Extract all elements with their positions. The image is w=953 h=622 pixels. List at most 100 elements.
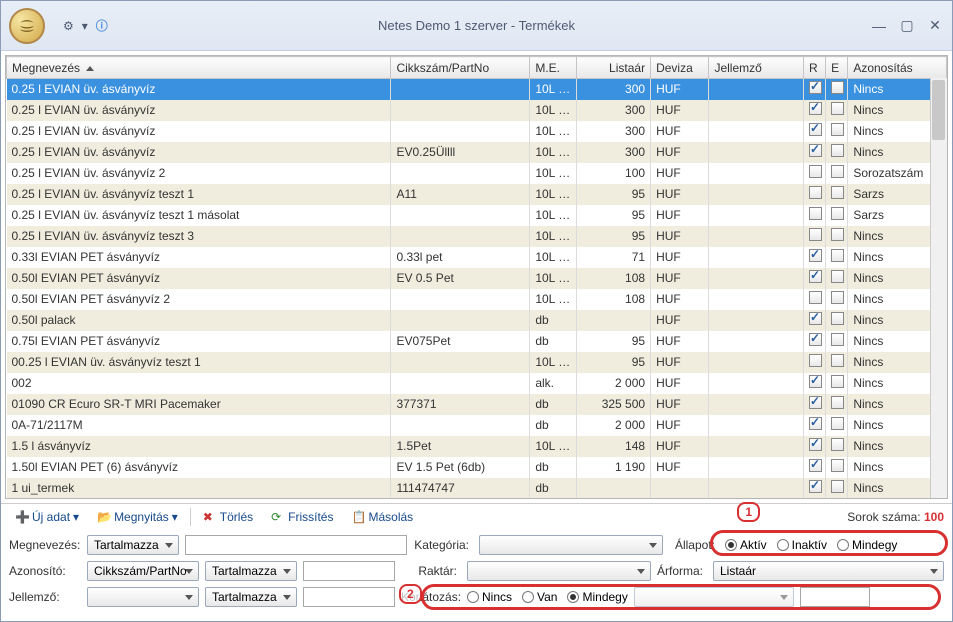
- table-row[interactable]: 0.25 l EVIAN üv. ásványvíz10L …300HUFNin…: [7, 100, 947, 121]
- checkbox[interactable]: [809, 396, 822, 409]
- table-row[interactable]: 1.5 l ásványvíz1.5Pet10L …148HUFNincs: [7, 436, 947, 457]
- checkbox[interactable]: [831, 480, 844, 493]
- checkbox[interactable]: [809, 459, 822, 472]
- checkbox[interactable]: [809, 81, 822, 94]
- checkbox[interactable]: [831, 81, 844, 94]
- korlatozas-input[interactable]: [800, 587, 870, 607]
- table-row[interactable]: 1.50l EVIAN PET (6) ásványvízEV 1.5 Pet …: [7, 457, 947, 478]
- table-row[interactable]: 0A-71/2117Mdb2 000HUFNincs: [7, 415, 947, 436]
- checkbox[interactable]: [831, 207, 844, 220]
- delete-button[interactable]: ✖ Törlés: [197, 508, 259, 526]
- checkbox[interactable]: [809, 333, 822, 346]
- table-row[interactable]: 0.25 l EVIAN üv. ásványvíz teszt 1 másol…: [7, 205, 947, 226]
- column-header[interactable]: Megnevezés: [7, 57, 391, 79]
- table-row[interactable]: 01090 CR Ecuro SR-T MRI Pacemaker377371d…: [7, 394, 947, 415]
- open-button[interactable]: 📂 Megnyitás ▾: [91, 508, 184, 526]
- checkbox[interactable]: [809, 102, 822, 115]
- vertical-scrollbar[interactable]: [930, 78, 947, 498]
- checkbox[interactable]: [831, 270, 844, 283]
- table-row[interactable]: 0.50l EVIAN PET ásványvíz 210L …108HUFNi…: [7, 289, 947, 310]
- allapot-inaktiv[interactable]: Inaktív: [777, 538, 827, 552]
- chevron-down-icon[interactable]: ▾: [73, 510, 79, 524]
- allapot-aktiv[interactable]: Aktív: [725, 538, 767, 552]
- table-row[interactable]: 0.25 l EVIAN üv. ásványvízEV0.25Üllll10L…: [7, 142, 947, 163]
- chevron-down-icon[interactable]: ▾: [172, 510, 178, 524]
- checkbox[interactable]: [831, 186, 844, 199]
- jellemzo-field[interactable]: [87, 587, 199, 607]
- close-button[interactable]: ✕: [922, 17, 948, 35]
- checkbox[interactable]: [809, 249, 822, 262]
- raktar-select[interactable]: [467, 561, 651, 581]
- checkbox[interactable]: [809, 312, 822, 325]
- checkbox[interactable]: [809, 123, 822, 136]
- chevron-down-icon[interactable]: ▾: [82, 19, 88, 33]
- korlatozas-select[interactable]: [634, 587, 794, 607]
- megnevezes-input[interactable]: [185, 535, 407, 555]
- column-header[interactable]: M.E.: [530, 57, 576, 79]
- checkbox[interactable]: [831, 438, 844, 451]
- table-row[interactable]: 00.25 l EVIAN üv. ásványvíz teszt 110L ……: [7, 352, 947, 373]
- table-row[interactable]: 0.75l EVIAN PET ásványvízEV075Petdb95HUF…: [7, 331, 947, 352]
- checkbox[interactable]: [809, 480, 822, 493]
- gear-icon[interactable]: ⚙: [63, 19, 74, 33]
- korlatozas-nincs[interactable]: Nincs: [467, 590, 512, 604]
- azonosito-field[interactable]: Cikkszám/PartNo: [87, 561, 199, 581]
- table-row[interactable]: 0.25 l EVIAN üv. ásványvíz teszt 310L …9…: [7, 226, 947, 247]
- arforma-select[interactable]: Listaár: [713, 561, 944, 581]
- checkbox[interactable]: [831, 144, 844, 157]
- checkbox[interactable]: [831, 396, 844, 409]
- maximize-button[interactable]: ▢: [894, 17, 920, 35]
- table-row[interactable]: 0.33l EVIAN PET ásványvíz0.33l pet10L …7…: [7, 247, 947, 268]
- azonosito-op[interactable]: Tartalmazza: [205, 561, 297, 581]
- table-row[interactable]: 0.25 l EVIAN üv. ásványvíz10L …300HUFNin…: [7, 121, 947, 142]
- checkbox[interactable]: [831, 354, 844, 367]
- checkbox[interactable]: [809, 291, 822, 304]
- azonosito-input[interactable]: [303, 561, 395, 581]
- checkbox[interactable]: [831, 102, 844, 115]
- checkbox[interactable]: [831, 417, 844, 430]
- checkbox[interactable]: [831, 459, 844, 472]
- app-icon[interactable]: [9, 8, 45, 44]
- checkbox[interactable]: [809, 165, 822, 178]
- table-row[interactable]: 1 ui_termek111474747dbNincs: [7, 478, 947, 499]
- checkbox[interactable]: [809, 270, 822, 283]
- scroll-thumb[interactable]: [932, 80, 945, 140]
- checkbox[interactable]: [831, 249, 844, 262]
- checkbox[interactable]: [809, 207, 822, 220]
- checkbox[interactable]: [809, 228, 822, 241]
- korlatozas-van[interactable]: Van: [522, 590, 557, 604]
- checkbox[interactable]: [809, 144, 822, 157]
- info-icon[interactable]: ⓘ: [96, 17, 108, 34]
- checkbox[interactable]: [831, 333, 844, 346]
- column-header[interactable]: Jellemző: [709, 57, 804, 79]
- checkbox[interactable]: [831, 291, 844, 304]
- table-row[interactable]: 0.25 l EVIAN üv. ásványvíz10L …300HUFNin…: [7, 79, 947, 100]
- checkbox[interactable]: [809, 438, 822, 451]
- allapot-mindegy[interactable]: Mindegy: [837, 538, 897, 552]
- jellemzo-op[interactable]: Tartalmazza: [205, 587, 297, 607]
- column-header[interactable]: R: [804, 57, 826, 79]
- checkbox[interactable]: [831, 312, 844, 325]
- column-header[interactable]: Azonosítás: [848, 57, 947, 79]
- checkbox[interactable]: [809, 375, 822, 388]
- checkbox[interactable]: [809, 186, 822, 199]
- products-table[interactable]: MegnevezésCikkszám/PartNoM.E.ListaárDevi…: [6, 56, 947, 499]
- checkbox[interactable]: [831, 375, 844, 388]
- megnevezes-op[interactable]: Tartalmazza: [87, 535, 179, 555]
- kategoria-select[interactable]: [479, 535, 663, 555]
- checkbox[interactable]: [831, 228, 844, 241]
- table-row[interactable]: 0.25 l EVIAN üv. ásványvíz 210L …100HUFS…: [7, 163, 947, 184]
- copy-button[interactable]: 📋 Másolás: [345, 508, 419, 526]
- table-row[interactable]: 0.25 l EVIAN üv. ásványvíz teszt 1A1110L…: [7, 184, 947, 205]
- checkbox[interactable]: [831, 165, 844, 178]
- table-row[interactable]: 002alk.2 000HUFNincs: [7, 373, 947, 394]
- column-header[interactable]: Deviza: [651, 57, 709, 79]
- minimize-button[interactable]: —: [866, 17, 892, 35]
- table-row[interactable]: 0.50l palackdbHUFNincs: [7, 310, 947, 331]
- korlatozas-mindegy[interactable]: Mindegy: [567, 590, 627, 604]
- jellemzo-input[interactable]: [303, 587, 395, 607]
- new-button[interactable]: ➕ Új adat ▾: [9, 508, 85, 526]
- column-header[interactable]: Cikkszám/PartNo: [391, 57, 530, 79]
- checkbox[interactable]: [809, 417, 822, 430]
- column-header[interactable]: E: [826, 57, 848, 79]
